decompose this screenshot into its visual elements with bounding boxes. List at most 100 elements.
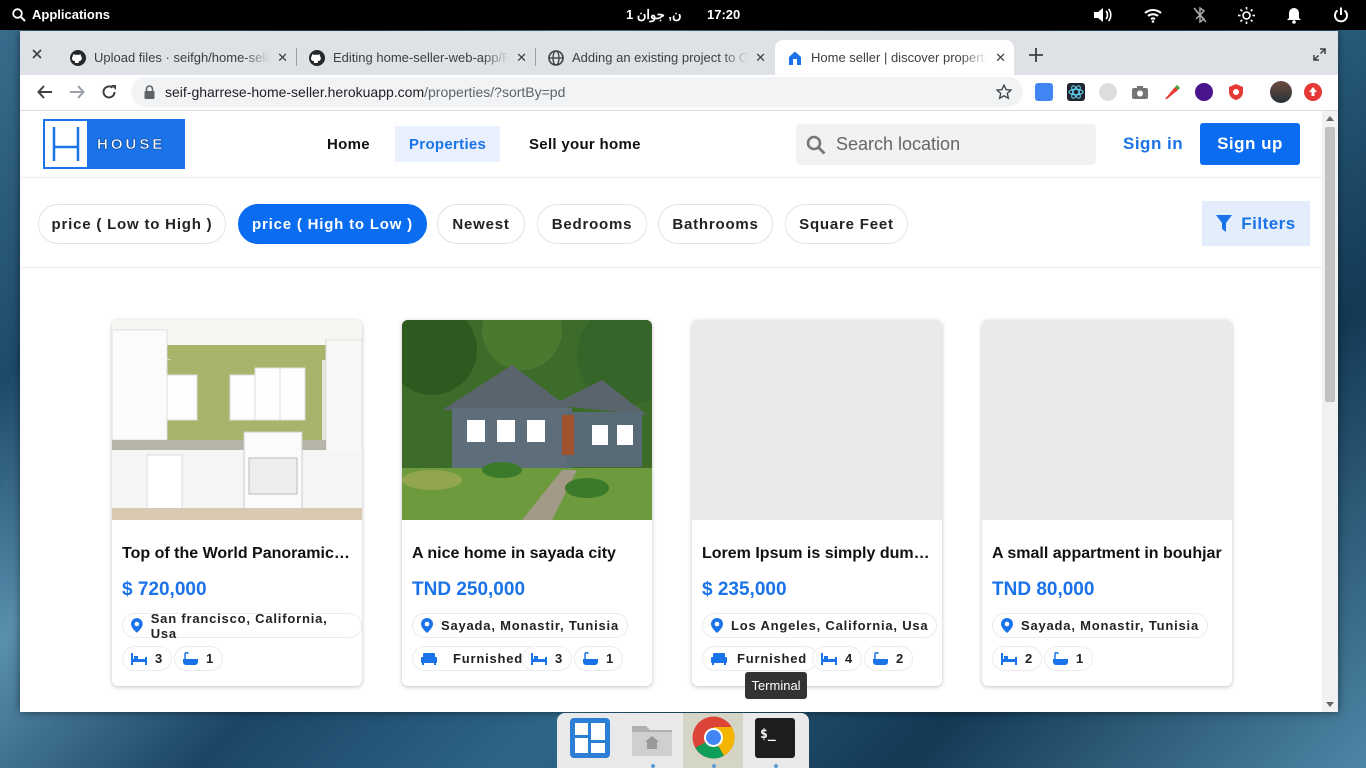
baths-value: 1	[606, 651, 615, 666]
sign-in-link[interactable]: Sign in	[1123, 134, 1183, 154]
house-icon	[789, 51, 801, 65]
beds-value: 3	[155, 651, 164, 666]
property-location: Los Angeles, California, Usa	[702, 613, 938, 638]
property-card[interactable]: A small appartment in bouhjar TND 80,000…	[982, 320, 1232, 686]
filters-button[interactable]: Filters	[1202, 201, 1310, 246]
scrollbar-thumb[interactable]	[1325, 127, 1335, 402]
search-icon	[806, 135, 826, 154]
property-card[interactable]: Lorem Ipsum is simply dummy text $ 235,0…	[692, 320, 942, 686]
beds-value: 2	[1025, 651, 1034, 666]
github-icon	[70, 49, 86, 66]
browser-window: Upload files · seifgh/home-seller-web-ap…	[20, 31, 1338, 712]
scroll-down-icon[interactable]	[1326, 702, 1334, 708]
tab-editing-readme[interactable]: Editing home-seller-web-app/README.md ✕	[297, 40, 535, 75]
system-top-bar: Applications ن, جوان 1 17:20	[0, 0, 1366, 30]
terminal-icon[interactable]: $_	[755, 718, 795, 758]
nav-home[interactable]: Home	[313, 126, 384, 162]
browser-toolbar: seif-gharrese-home-seller.herokuapp.com/…	[20, 75, 1338, 111]
lock-icon[interactable]	[144, 85, 155, 99]
reload-icon[interactable]	[101, 84, 117, 100]
tab-home-seller[interactable]: Home seller | discover properties ✕	[775, 40, 1014, 75]
workspaces-icon[interactable]	[570, 718, 610, 758]
new-tab-icon[interactable]	[1029, 48, 1043, 62]
tab-title: Upload files · seifgh/home-seller-web-ap…	[94, 50, 270, 65]
sofa-icon	[421, 652, 437, 665]
wifi-icon[interactable]	[1144, 7, 1162, 23]
extension-icon[interactable]	[1099, 83, 1117, 101]
tab-upload-files[interactable]: Upload files · seifgh/home-seller-web-ap…	[58, 40, 296, 75]
tab-adding-project[interactable]: Adding an existing project to GitHub ✕	[536, 40, 774, 75]
property-photo-placeholder[interactable]	[982, 320, 1232, 520]
property-location: Sayada, Monastir, Tunisia	[412, 613, 628, 638]
sort-price-low-high[interactable]: price ( Low to High )	[38, 204, 226, 244]
close-tab-icon[interactable]: ✕	[755, 50, 766, 66]
close-tab-icon[interactable]: ✕	[277, 50, 288, 66]
filters-label: Filters	[1241, 213, 1296, 233]
property-price: $ 235,000	[702, 579, 787, 600]
property-photo-house[interactable]	[402, 320, 652, 520]
brightness-icon[interactable]	[1238, 7, 1255, 24]
location-text: Los Angeles, California, Usa	[731, 618, 929, 633]
sort-bedrooms[interactable]: Bedrooms	[537, 204, 647, 244]
sort-newest[interactable]: Newest	[437, 204, 525, 244]
sort-bathrooms[interactable]: Bathrooms	[658, 204, 773, 244]
applications-label: Applications	[32, 7, 111, 22]
furnished-badge: Furnished	[412, 646, 541, 671]
property-title[interactable]: Lorem Ipsum is simply dummy text	[702, 545, 934, 563]
camera-icon[interactable]	[1131, 83, 1149, 101]
property-title[interactable]: Top of the World Panoramic Views	[122, 545, 354, 563]
nav-sell-your-home[interactable]: Sell your home	[515, 126, 655, 162]
property-price: $ 720,000	[122, 579, 207, 600]
bluetooth-off-icon[interactable]	[1192, 7, 1208, 23]
power-icon[interactable]	[1333, 7, 1349, 23]
bed-icon	[131, 652, 147, 665]
files-icon[interactable]	[630, 720, 674, 758]
location-search[interactable]	[796, 124, 1096, 165]
sort-square-feet[interactable]: Square Feet	[785, 204, 908, 244]
location-pin-icon	[131, 618, 143, 633]
property-photo-kitchen[interactable]	[112, 320, 362, 520]
furnished-badge: Furnished	[702, 646, 819, 671]
volume-icon[interactable]	[1093, 7, 1113, 23]
close-tab-icon[interactable]: ✕	[995, 50, 1006, 66]
property-photo-placeholder[interactable]	[692, 320, 942, 520]
profile-avatar[interactable]	[1270, 81, 1292, 103]
furnished-text: Furnished	[737, 651, 808, 666]
running-indicator	[774, 764, 778, 768]
address-bar[interactable]: seif-gharrese-home-seller.herokuapp.com/…	[131, 77, 1023, 107]
property-title[interactable]: A small appartment in bouhjar	[992, 545, 1224, 563]
bookmark-star-icon[interactable]	[996, 84, 1012, 100]
applications-menu[interactable]: Applications	[12, 7, 110, 22]
sort-price-high-low[interactable]: price ( High to Low )	[238, 204, 427, 244]
filter-icon	[1216, 215, 1233, 232]
bathrooms-count: 1	[1044, 646, 1094, 671]
house-logo-icon	[45, 121, 87, 167]
close-window-icon[interactable]	[32, 49, 42, 59]
chrome-icon[interactable]	[691, 715, 736, 760]
property-card[interactable]: A nice home in sayada city TND 250,000 S…	[402, 320, 652, 686]
close-tab-icon[interactable]: ✕	[516, 50, 527, 66]
back-icon[interactable]	[37, 84, 53, 100]
web-page: HOUSE Home Properties Sell your home Sig…	[20, 111, 1322, 712]
color-picker-icon[interactable]	[1163, 83, 1181, 101]
property-card[interactable]: Top of the World Panoramic Views $ 720,0…	[112, 320, 362, 686]
bathrooms-count: 1	[574, 646, 624, 671]
search-input[interactable]	[836, 134, 1076, 155]
extension-icon[interactable]	[1195, 83, 1213, 101]
notifications-icon[interactable]	[1286, 7, 1302, 24]
property-title[interactable]: A nice home in sayada city	[412, 545, 644, 563]
page-scrollbar[interactable]	[1322, 111, 1338, 712]
site-logo[interactable]: HOUSE	[43, 119, 185, 169]
react-devtools-icon[interactable]	[1067, 83, 1085, 101]
nav-properties[interactable]: Properties	[395, 126, 501, 162]
update-icon[interactable]	[1304, 83, 1322, 101]
sign-up-button[interactable]: Sign up	[1200, 123, 1300, 165]
forward-icon[interactable]	[69, 84, 85, 100]
bed-icon	[531, 652, 547, 665]
google-translate-icon[interactable]	[1035, 83, 1053, 101]
system-clock[interactable]: 17:20	[707, 7, 740, 22]
maximize-icon[interactable]	[1313, 48, 1326, 61]
shield-icon[interactable]	[1227, 83, 1245, 101]
scroll-up-icon[interactable]	[1326, 115, 1334, 121]
dock: $_	[557, 713, 809, 768]
